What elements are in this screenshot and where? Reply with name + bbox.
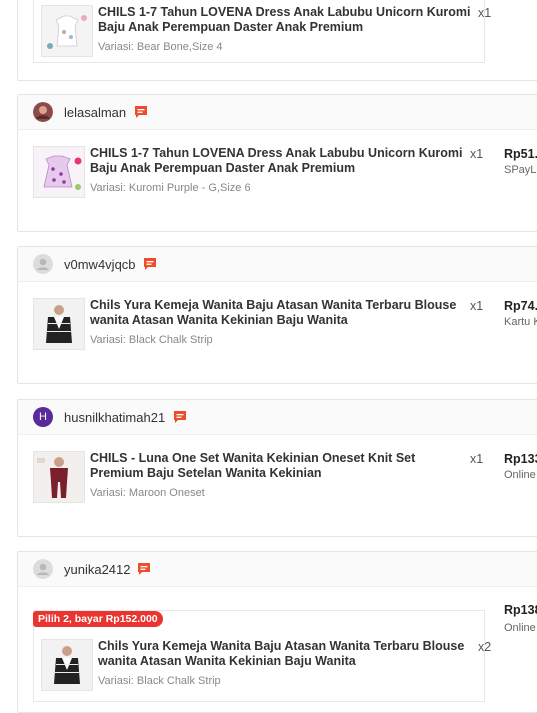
variation: Variasi: Bear Bone,Size 4 xyxy=(98,41,223,53)
variation: Variasi: Black Chalk Strip xyxy=(98,675,221,687)
quantity: x1 xyxy=(478,6,492,20)
order-header: lelasalman xyxy=(18,95,537,130)
buyer-username[interactable]: husnilkhatimah21 xyxy=(64,410,165,425)
promo-badge: Pilih 2, bayar Rp152.000 xyxy=(33,611,163,627)
order-card: lelasalman CHILS 1-7 Tahun LOVENA Dress … xyxy=(17,94,537,232)
payment-method: Kartu K xyxy=(504,316,537,328)
product-name[interactable]: CHILS 1-7 Tahun LOVENA Dress Anak Labubu… xyxy=(98,5,476,35)
order-header: yunika2412 xyxy=(18,552,537,587)
payment-method: Online xyxy=(504,469,536,481)
buyer-username[interactable]: yunika2412 xyxy=(64,562,131,577)
product-name[interactable]: Chils Yura Kemeja Wanita Baju Atasan Wan… xyxy=(90,298,468,328)
product-thumbnail[interactable] xyxy=(33,451,85,503)
order-total: Rp74. xyxy=(504,299,537,313)
order-total: Rp138 xyxy=(504,603,537,617)
payment-method: SPayLa xyxy=(504,164,537,176)
user-icon[interactable] xyxy=(33,254,53,274)
chat-icon[interactable] xyxy=(172,409,188,425)
product-thumbnail[interactable] xyxy=(33,298,85,350)
chat-icon[interactable] xyxy=(133,104,149,120)
payment-method: Online xyxy=(504,622,536,634)
buyer-username[interactable]: v0mw4vjqcb xyxy=(64,257,136,272)
quantity: x1 xyxy=(470,147,484,161)
avatar[interactable] xyxy=(33,102,53,122)
chat-icon[interactable] xyxy=(136,561,152,577)
order-card: CHILS 1-7 Tahun LOVENA Dress Anak Labubu… xyxy=(17,0,537,81)
order-card: H husnilkhatimah21 CHILS - Luna One Set … xyxy=(17,399,537,537)
order-card: yunika2412 Pilih 2, bayar Rp152.000 Chil… xyxy=(17,551,537,713)
product-thumbnail[interactable] xyxy=(33,146,85,198)
order-header: v0mw4vjqcb xyxy=(18,247,537,282)
product-name[interactable]: Chils Yura Kemeja Wanita Baju Atasan Wan… xyxy=(98,639,476,669)
product-thumbnail[interactable] xyxy=(41,639,93,691)
product-thumbnail[interactable] xyxy=(41,5,93,57)
avatar-letter: H xyxy=(39,411,47,423)
variation: Variasi: Black Chalk Strip xyxy=(90,334,213,346)
quantity: x2 xyxy=(478,640,492,654)
buyer-username[interactable]: lelasalman xyxy=(64,105,126,120)
avatar[interactable]: H xyxy=(33,407,53,427)
chat-icon[interactable] xyxy=(142,256,158,272)
quantity: x1 xyxy=(470,299,484,313)
product-name[interactable]: CHILS 1-7 Tahun LOVENA Dress Anak Labubu… xyxy=(90,146,468,176)
quantity: x1 xyxy=(470,452,484,466)
variation: Variasi: Kuromi Purple - G,Size 6 xyxy=(90,182,251,194)
user-icon[interactable] xyxy=(33,559,53,579)
order-total: Rp51. xyxy=(504,147,537,161)
order-card: v0mw4vjqcb Chils Yura Kemeja Wanita Baju… xyxy=(17,246,537,384)
product-name[interactable]: CHILS - Luna One Set Wanita Kekinian One… xyxy=(90,451,468,481)
variation: Variasi: Maroon Oneset xyxy=(90,487,205,499)
order-total: Rp133 xyxy=(504,452,537,466)
order-header: H husnilkhatimah21 xyxy=(18,400,537,435)
